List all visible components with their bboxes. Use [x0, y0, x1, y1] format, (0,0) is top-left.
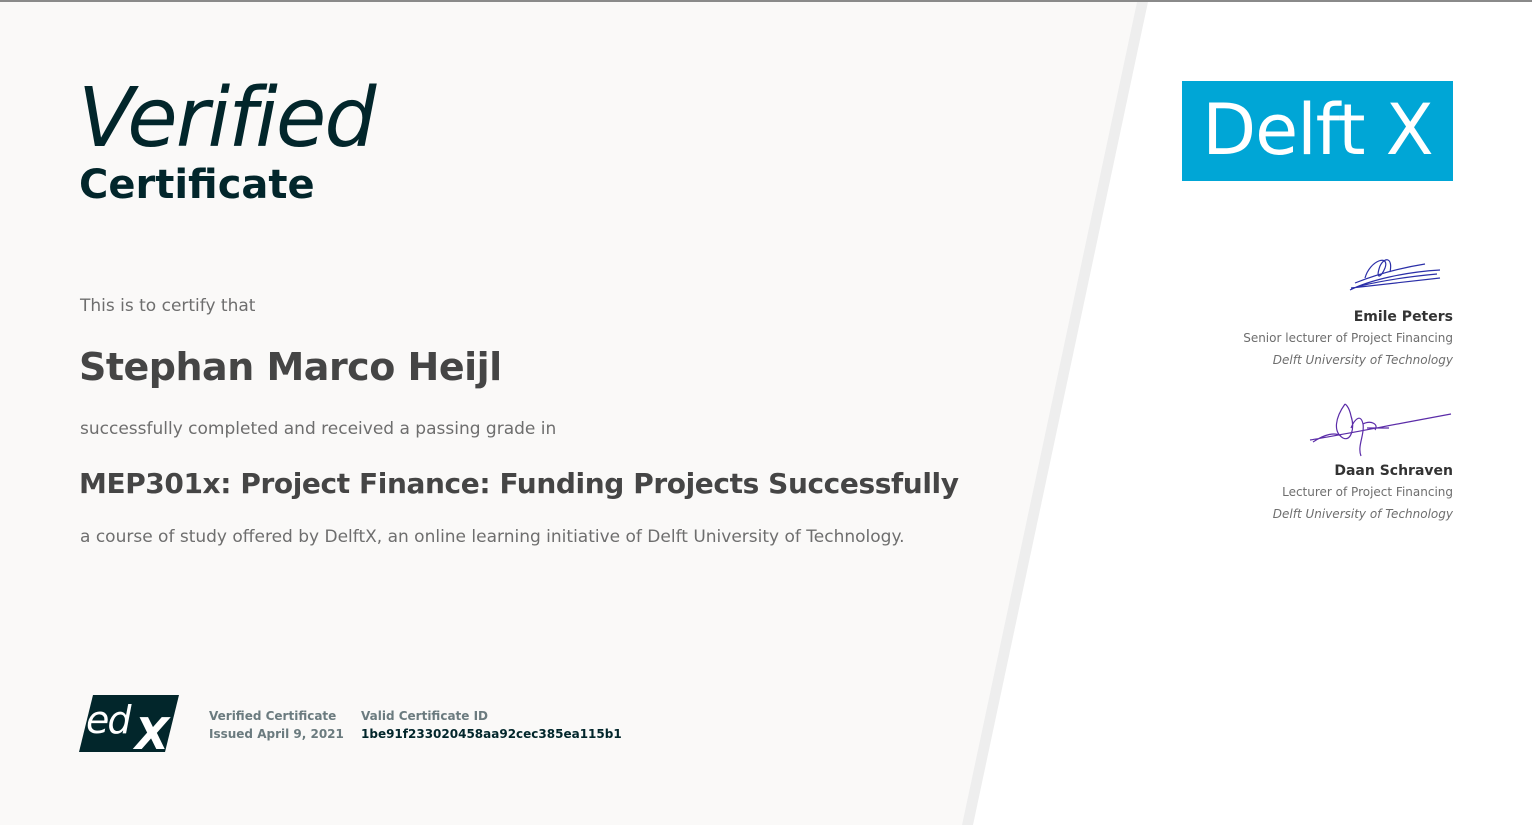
signatory-2: Daan Schraven Lecturer of Project Financ… [1273, 461, 1453, 525]
delftx-logo-text: Delft X [1202, 89, 1433, 171]
signatory-2-name: Daan Schraven [1334, 463, 1453, 479]
signatory-1-organization: Delft University of Technology [1272, 353, 1453, 367]
delftx-logo: Delft X [1182, 81, 1453, 181]
signature-image-1 [1349, 259, 1441, 291]
signatory-1: Emile Peters Senior lecturer of Project … [1243, 307, 1453, 371]
offered-text: a course of study offered by DelftX, an … [80, 527, 905, 547]
signatory-1-title: Senior lecturer of Project Financing [1243, 331, 1453, 345]
certificate-type-label: Verified Certificate [209, 709, 337, 723]
svg-text:ed: ed [86, 698, 132, 742]
signature-image-2 [1309, 403, 1452, 457]
recipient-name: Stephan Marco Heijl [79, 345, 502, 389]
signatory-1-name: Emile Peters [1353, 309, 1453, 325]
issue-date: Issued April 9, 2021 [209, 727, 344, 741]
certificate-issue-info: Verified Certificate Issued April 9, 202… [209, 707, 344, 743]
passing-text: successfully completed and received a pa… [80, 419, 557, 439]
intro-text: This is to certify that [80, 296, 256, 316]
certificate-id-info: Valid Certificate ID 1be91f233020458aa92… [361, 707, 622, 743]
course-title: MEP301x: Project Finance: Funding Projec… [79, 467, 959, 500]
certificate-id-label: Valid Certificate ID [361, 709, 489, 723]
signatory-2-title: Lecturer of Project Financing [1282, 485, 1453, 499]
signatory-2-organization: Delft University of Technology [1272, 507, 1453, 521]
svg-text:X: X [132, 709, 171, 752]
certificate-id-value: 1be91f233020458aa92cec385ea115b1 [361, 727, 622, 741]
edx-logo: ed X [79, 695, 179, 752]
certificate-type-subtitle: Certificate [79, 162, 315, 208]
certificate-type-title: Verified [78, 71, 376, 166]
